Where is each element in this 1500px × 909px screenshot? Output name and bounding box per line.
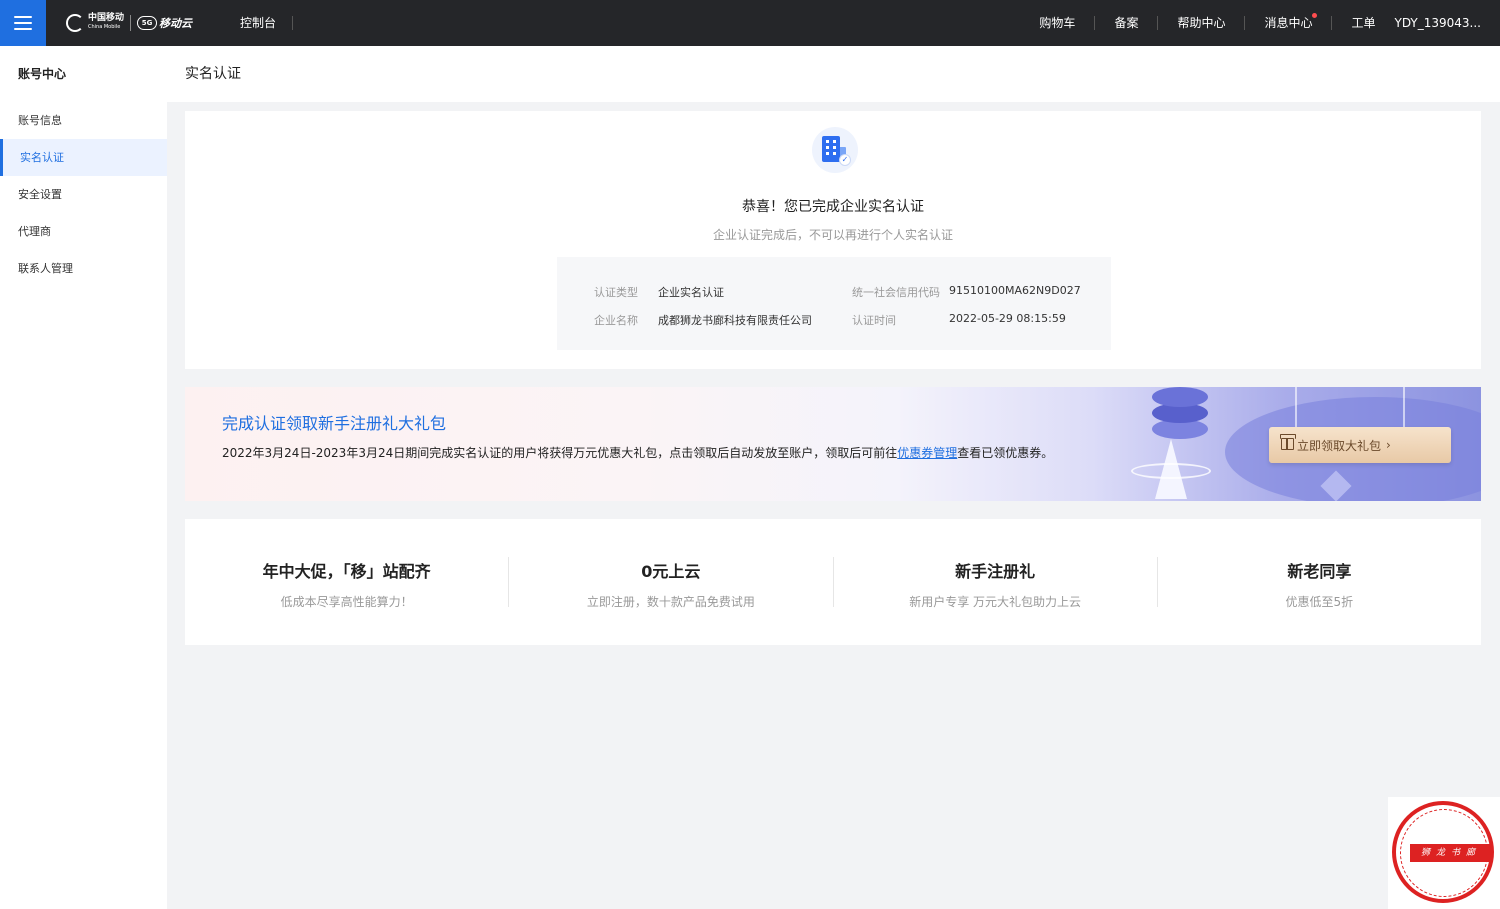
nav-ticket-link[interactable]: 工单 — [1332, 16, 1394, 30]
promo-title: 新老同享 — [1287, 562, 1352, 581]
company-seal: 狮龙书廊 — [1388, 797, 1500, 909]
verification-success-heading: 恭喜！您已完成企业实名认证 — [742, 199, 924, 215]
promo-card[interactable]: 新手注册礼 新用户专享 万元大礼包助力上云 — [834, 557, 1158, 609]
registration-gift-banner: 完成认证领取新手注册礼大礼包 2022年3月24日-2023年3月24日期间完成… — [185, 387, 1481, 501]
user-account-menu[interactable]: YDY_139043... — [1395, 16, 1500, 30]
credit-code-value: 91510100MA62N9D027 — [949, 284, 1081, 297]
cert-time-value: 2022-05-29 08:15:59 — [949, 312, 1066, 325]
sidebar-item-agent[interactable]: 代理商 — [0, 213, 167, 250]
nav-cart-link[interactable]: 购物车 — [1020, 16, 1096, 30]
cert-time-label: 认证时间 — [852, 314, 896, 327]
logo-5g-badge: 5G — [137, 16, 158, 30]
company-name-value: 成都狮龙书廊科技有限责任公司 — [658, 314, 812, 327]
top-navbar: 中国移动 China Mobile 5G 移动云 控制台 购物车 备案 帮助中心… — [0, 0, 1500, 46]
promo-subtitle: 立即注册，数十款产品免费试用 — [586, 595, 755, 609]
logo-divider — [130, 15, 132, 31]
banner-title: 完成认证领取新手注册礼大礼包 — [222, 414, 447, 433]
promo-card[interactable]: 新老同享 优惠低至5折 — [1158, 557, 1481, 609]
console-link[interactable]: 控制台 — [240, 16, 294, 30]
promo-subtitle: 低成本尽享高性能算力！ — [280, 595, 413, 609]
sidebar-item-security[interactable]: 安全设置 — [0, 176, 167, 213]
promo-title: 新手注册礼 — [955, 562, 1036, 581]
cert-type-label: 认证类型 — [594, 286, 638, 299]
sidebar-item-real-name[interactable]: 实名认证 — [0, 139, 167, 176]
nav-messages-link[interactable]: 消息中心 — [1245, 13, 1333, 30]
nav-messages-label: 消息中心 — [1264, 16, 1313, 30]
banner-desc-before: 2022年3月24日-2023年3月24日期间完成实名认证的用户将获得万元优惠大… — [222, 446, 898, 460]
promo-subtitle: 优惠低至5折 — [1285, 595, 1354, 609]
claim-gift-label: 立即领取大礼包 — [1297, 438, 1382, 453]
promo-strip: 年中大促，「移」站配齐 低成本尽享高性能算力！ 0元上云 立即注册，数十款产品免… — [185, 519, 1481, 645]
claim-gift-button[interactable]: 立即领取大礼包 › — [1269, 427, 1451, 463]
promo-title: 年中大促，「移」站配齐 — [262, 562, 431, 581]
logo-text-zh: 中国移动 — [88, 13, 125, 23]
brand-logo[interactable]: 中国移动 China Mobile 5G 移动云 — [66, 0, 192, 46]
cert-type-value: 企业实名认证 — [658, 286, 724, 299]
seal-stamp-icon: 狮龙书廊 — [1392, 801, 1494, 903]
verification-details: 认证类型 企业实名认证 统一社会信用代码 91510100MA62N9D027 … — [557, 257, 1111, 350]
nav-help-link[interactable]: 帮助中心 — [1158, 16, 1246, 30]
coupon-management-link[interactable]: 优惠券管理 — [897, 446, 957, 460]
sidebar-title: 账号中心 — [18, 67, 67, 81]
verification-card: ✓ 恭喜！您已完成企业实名认证 企业认证完成后，不可以再进行个人实名认证 认证类… — [185, 111, 1481, 369]
promo-card[interactable]: 0元上云 立即注册，数十款产品免费试用 — [509, 557, 834, 609]
seal-text: 狮龙书廊 — [1410, 844, 1492, 862]
promo-card[interactable]: 年中大促，「移」站配齐 低成本尽享高性能算力！ — [185, 557, 510, 609]
logo-text-en: China Mobile — [88, 24, 121, 30]
promo-subtitle: 新用户专享 万元大礼包助力上云 — [909, 595, 1082, 609]
unread-dot-icon — [1312, 13, 1318, 18]
enterprise-building-icon: ✓ — [812, 127, 858, 173]
credit-code-label: 统一社会信用代码 — [852, 286, 940, 299]
chevron-right-icon: › — [1386, 438, 1391, 452]
nav-filing-link[interactable]: 备案 — [1095, 16, 1159, 30]
sidebar-item-account-info[interactable]: 账号信息 — [0, 102, 167, 139]
banner-ring-decoration — [1131, 463, 1211, 479]
sidebar-item-contacts[interactable]: 联系人管理 — [0, 250, 167, 287]
gift-icon — [1280, 434, 1296, 450]
hamburger-menu-icon[interactable] — [0, 0, 46, 46]
banner-desc-after: 查看已领优惠券。 — [957, 446, 1054, 460]
banner-description: 2022年3月24日-2023年3月24日期间完成实名认证的用户将获得万元优惠大… — [222, 444, 1053, 461]
verification-note: 企业认证完成后，不可以再进行个人实名认证 — [712, 228, 953, 242]
page-title: 实名认证 — [167, 46, 1500, 102]
banner-ring-decoration — [1152, 387, 1208, 407]
promo-title: 0元上云 — [641, 562, 701, 581]
company-name-label: 企业名称 — [594, 314, 638, 327]
verified-check-icon: ✓ — [839, 154, 851, 166]
china-mobile-logo-icon — [66, 14, 84, 32]
logo-cloud-text: 移动云 — [159, 17, 193, 30]
sidebar: 账号中心 账号信息 实名认证 安全设置 代理商 联系人管理 — [0, 46, 167, 909]
